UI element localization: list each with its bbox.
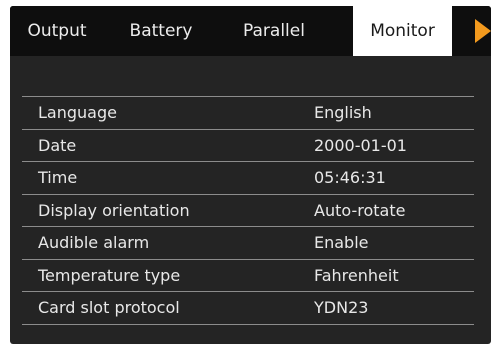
setting-value: English [314, 103, 372, 122]
setting-row-card-slot-protocol[interactable]: Card slot protocol YDN23 [22, 292, 474, 325]
setting-value: YDN23 [314, 298, 369, 317]
setting-row-time[interactable]: Time 05:46:31 [22, 162, 474, 195]
setting-label: Language [38, 103, 117, 122]
setting-value: Enable [314, 233, 369, 252]
setting-value: 05:46:31 [314, 168, 386, 187]
setting-row-date[interactable]: Date 2000-01-01 [22, 130, 474, 162]
setting-row-audible-alarm[interactable]: Audible alarm Enable [22, 227, 474, 260]
tab-output[interactable]: Output [10, 6, 104, 56]
triangle-right-icon[interactable] [475, 19, 491, 43]
setting-value: Auto-rotate [314, 200, 406, 220]
setting-row-language[interactable]: Language English [22, 97, 474, 130]
tab-monitor[interactable]: Monitor [353, 6, 452, 56]
setting-value: Fahrenheit [314, 265, 399, 285]
tab-bar: Output Battery Parallel Monitor [10, 6, 491, 56]
tab-battery[interactable]: Battery [104, 6, 218, 56]
setting-row-temperature-type[interactable]: Temperature type Fahrenheit [22, 260, 474, 292]
device-screen: Output Battery Parallel Monitor Language… [10, 6, 491, 344]
setting-label: Card slot protocol [38, 298, 180, 317]
setting-label: Audible alarm [38, 233, 150, 252]
setting-label: Time [38, 168, 78, 187]
settings-list: Language English Date 2000-01-01 Time 05… [22, 96, 474, 325]
setting-row-display-orientation[interactable]: Display orientation Auto-rotate [22, 195, 474, 227]
setting-label: Display orientation [38, 200, 190, 220]
setting-label: Date [38, 135, 77, 155]
tab-parallel[interactable]: Parallel [218, 6, 330, 56]
setting-value: 2000-01-01 [314, 135, 407, 155]
setting-label: Temperature type [38, 265, 181, 285]
